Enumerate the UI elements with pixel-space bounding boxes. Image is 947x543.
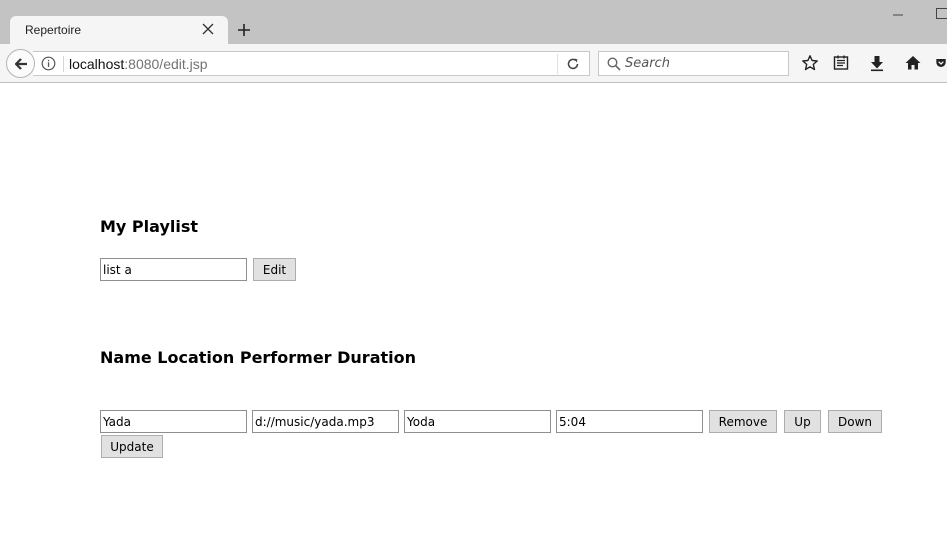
browser-tab[interactable]: Repertoire <box>10 16 228 44</box>
song-performer-input[interactable] <box>404 410 551 433</box>
pocket-icon[interactable] <box>935 53 947 73</box>
close-tab-icon[interactable] <box>200 21 216 37</box>
url-host: localhost <box>69 56 125 72</box>
url-divider-right <box>557 54 558 74</box>
songs-column-header: Name Location Performer Duration <box>100 348 417 367</box>
song-duration-input[interactable] <box>556 410 703 433</box>
download-icon[interactable] <box>867 53 887 73</box>
reading-list-icon[interactable] <box>831 53 851 73</box>
url-divider <box>63 56 64 72</box>
navigation-bar: localhost:8080/edit.jsp <box>0 44 947 83</box>
tab-title: Repertoire <box>25 23 82 37</box>
search-input[interactable] <box>625 53 785 74</box>
bookmark-star-icon[interactable] <box>800 53 820 73</box>
home-icon[interactable] <box>903 53 923 73</box>
url-text[interactable]: localhost:8080/edit.jsp <box>69 56 208 72</box>
page-content: My Playlist Edit Name Location Performer… <box>0 84 947 543</box>
remove-button[interactable]: Remove <box>709 410 777 433</box>
playlist-name-input[interactable] <box>100 258 247 281</box>
search-icon <box>606 56 621 71</box>
update-button[interactable]: Update <box>101 435 163 458</box>
playlist-heading: My Playlist <box>100 217 199 236</box>
new-tab-icon[interactable] <box>234 20 254 40</box>
up-button[interactable]: Up <box>784 410 821 433</box>
minimize-icon[interactable] <box>890 0 906 28</box>
search-bar <box>598 51 789 76</box>
url-path: :8080/edit.jsp <box>124 56 208 72</box>
reload-icon[interactable] <box>565 56 581 72</box>
tab-strip: Repertoire <box>0 0 947 44</box>
song-name-input[interactable] <box>100 410 247 433</box>
back-button[interactable] <box>6 49 35 78</box>
song-location-input[interactable] <box>252 410 399 433</box>
edit-button[interactable]: Edit <box>253 258 296 281</box>
maximize-icon[interactable] <box>936 8 947 19</box>
info-icon[interactable] <box>41 56 56 71</box>
back-arrow-icon <box>14 57 27 70</box>
url-bar[interactable]: localhost:8080/edit.jsp <box>33 51 590 76</box>
down-button[interactable]: Down <box>828 410 882 433</box>
